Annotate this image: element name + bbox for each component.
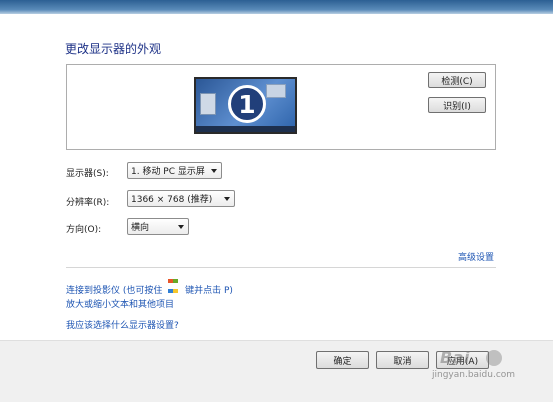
orientation-select-value: 横向 (131, 223, 150, 233)
text-size-link[interactable]: 放大或缩小文本和其他项目 (66, 297, 174, 310)
preview-window-thumbnail (200, 93, 216, 115)
page-title: 更改显示器的外观 (65, 42, 162, 56)
windows-logo-icon (168, 277, 179, 293)
watermark-logo: Bai (440, 348, 470, 367)
preview-window-thumbnail (266, 84, 286, 98)
preview-taskbar (196, 126, 295, 132)
display-settings-help-link[interactable]: 我应该选择什么显示器设置? (66, 318, 179, 331)
connect-projector-link[interactable]: 连接到投影仪 (也可按住 键并点击 P) (66, 277, 233, 296)
monitor-number-badge: 1 (228, 85, 266, 123)
section-divider (66, 267, 496, 268)
ok-button[interactable]: 确定 (316, 351, 369, 369)
monitor-1-thumbnail[interactable]: 1 (194, 77, 297, 134)
chevron-down-icon (178, 225, 184, 229)
resolution-select[interactable]: 1366 × 768 (推荐) (127, 190, 235, 207)
resolution-label: 分辨率(R): (66, 198, 110, 208)
display-select-value: 1. 移动 PC 显示屏 (131, 167, 205, 177)
chevron-down-icon (224, 197, 230, 201)
paw-icon (486, 350, 502, 366)
baidu-watermark: Bai jingyan.baidu.com (432, 346, 547, 392)
advanced-settings-link[interactable]: 高级设置 (458, 250, 494, 263)
orientation-label: 方向(O): (66, 225, 102, 235)
orientation-select[interactable]: 横向 (127, 218, 189, 235)
connect-projector-suffix: 键并点击 P) (185, 286, 233, 296)
display-select[interactable]: 1. 移动 PC 显示屏 (127, 162, 222, 179)
resolution-select-value: 1366 × 768 (推荐) (131, 195, 213, 205)
cancel-button[interactable]: 取消 (376, 351, 429, 369)
identify-button[interactable]: 识别(I) (428, 97, 486, 113)
chevron-down-icon (211, 169, 217, 173)
watermark-site: jingyan.baidu.com (432, 370, 516, 380)
connect-projector-prefix: 连接到投影仪 (也可按住 (66, 286, 163, 296)
window-titlebar (0, 0, 553, 14)
detect-button[interactable]: 检测(C) (428, 72, 486, 88)
display-label: 显示器(S): (66, 169, 109, 179)
